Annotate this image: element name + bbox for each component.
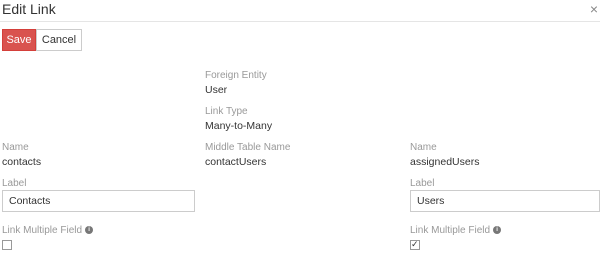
left-label-input[interactable] [2, 190, 195, 212]
left-link-multiple-text: Link Multiple Field [2, 225, 83, 236]
left-link-multiple-label: Link Multiple Field i [2, 225, 94, 237]
check-icon: ✓ [411, 239, 419, 249]
middle-table-label: Middle Table Name [205, 142, 291, 153]
left-name-label: Name [2, 142, 29, 153]
foreign-entity-value: User [205, 84, 228, 96]
right-link-multiple-label: Link Multiple Field i [410, 225, 502, 237]
right-label-label: Label [410, 178, 435, 189]
right-label-input[interactable] [410, 190, 600, 212]
right-name-label: Name [410, 142, 437, 153]
right-link-multiple-text: Link Multiple Field [410, 225, 491, 236]
link-type-label: Link Type [205, 106, 248, 117]
close-icon[interactable]: × [590, 1, 598, 17]
link-type-value: Many-to-Many [205, 120, 273, 132]
dialog-header: Edit Link × [0, 0, 600, 22]
middle-table-value: contactUsers [205, 156, 267, 168]
right-name-value: assignedUsers [410, 156, 480, 168]
dialog-title: Edit Link [2, 1, 56, 17]
info-circle-icon: i [85, 226, 94, 235]
foreign-entity-label: Foreign Entity [205, 70, 267, 81]
save-button[interactable]: Save [2, 29, 36, 51]
info-circle-icon: i [493, 226, 502, 235]
cancel-button[interactable]: Cancel [36, 29, 82, 51]
left-name-value: contacts [2, 156, 42, 168]
left-link-multiple-checkbox[interactable] [2, 240, 12, 250]
right-link-multiple-checkbox[interactable]: ✓ [410, 239, 420, 250]
left-label-label: Label [2, 178, 27, 189]
